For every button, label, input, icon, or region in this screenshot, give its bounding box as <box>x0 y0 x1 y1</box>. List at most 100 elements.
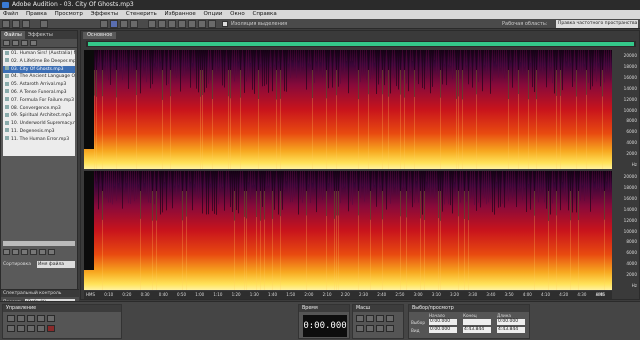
marquee-tool-icon[interactable] <box>158 20 166 28</box>
spectral-view-button[interactable] <box>110 20 118 28</box>
menu-options[interactable]: Опции <box>204 11 223 17</box>
selection-end-field[interactable] <box>463 319 491 325</box>
zoom-out-h-icon[interactable] <box>366 315 374 322</box>
spectrogram-transient <box>228 70 229 169</box>
view-end-field[interactable]: 4:43.844 <box>463 327 491 333</box>
pan-view-button[interactable] <box>120 20 128 28</box>
zoom-selection-icon[interactable] <box>386 315 394 322</box>
show-video-icon[interactable] <box>48 249 55 255</box>
spectrogram-channel-right[interactable] <box>84 171 612 290</box>
play-file-icon[interactable] <box>30 40 37 46</box>
file-list-item[interactable]: 09. Spiritual Architect.mp3 <box>3 112 75 120</box>
show-loops-icon[interactable] <box>39 249 46 255</box>
spectrogram-streak <box>278 50 279 62</box>
spectrogram-streak <box>494 50 495 62</box>
spectrogram-streak <box>218 50 219 67</box>
loop-icon[interactable] <box>47 315 55 322</box>
file-list-item[interactable]: 04. The Ancient Language Of Dr <box>3 73 75 81</box>
menu-view[interactable]: Просмотр <box>55 11 83 17</box>
rewind-start-icon[interactable] <box>7 325 15 332</box>
file-list-item[interactable]: 02. A Lifetime Be Deeper.mp3 <box>3 58 75 66</box>
zoom-in-v-icon[interactable] <box>376 325 384 332</box>
menu-help[interactable]: Справка <box>252 11 276 17</box>
spectrogram-transient <box>400 70 401 169</box>
file-list-item[interactable]: 07. Formula For Failure.mp3 <box>3 97 75 105</box>
tab-main[interactable]: Основное <box>83 32 117 39</box>
overview-range[interactable] <box>88 42 634 46</box>
pitch-view-button[interactable] <box>130 20 138 28</box>
spectrogram-streak <box>392 50 393 75</box>
loop-selection-checkbox[interactable] <box>222 21 228 27</box>
multitrack-view-button[interactable] <box>12 20 20 28</box>
time-select-tool-icon[interactable] <box>148 20 156 28</box>
insert-multitrack-icon[interactable] <box>3 249 10 255</box>
file-list-item[interactable]: 06. A Tense Funeral.mp3 <box>3 89 75 97</box>
spectrogram-intro <box>84 171 94 270</box>
spectrogram-streak <box>308 171 309 185</box>
spectrogram-transient <box>438 191 439 290</box>
spectrogram-channel-left[interactable] <box>84 50 612 169</box>
open-file-icon[interactable] <box>3 40 10 46</box>
file-list-item[interactable]: 03. City Of Ghosts.mp3 <box>3 65 75 74</box>
pause-icon[interactable] <box>27 315 35 322</box>
brush-tool-icon[interactable] <box>178 20 186 28</box>
close-file-icon[interactable] <box>21 40 28 46</box>
menu-effects[interactable]: Эффекты <box>91 11 119 17</box>
zoom-full-icon[interactable] <box>376 315 384 322</box>
import-file-icon[interactable] <box>12 40 19 46</box>
menu-edit[interactable]: Правка <box>26 11 47 17</box>
hand-tool-icon[interactable] <box>198 20 206 28</box>
menu-generate[interactable]: Стенерить <box>126 11 157 17</box>
spectrogram-streak <box>196 171 197 195</box>
zoom-in-h-icon[interactable] <box>356 315 364 322</box>
menu-window[interactable]: Окно <box>230 11 245 17</box>
forward-icon[interactable] <box>27 325 35 332</box>
lasso-tool-icon[interactable] <box>168 20 176 28</box>
full-path-icon[interactable] <box>21 249 28 255</box>
stop-icon[interactable] <box>7 315 15 322</box>
file-list-scrollbar[interactable] <box>3 241 75 246</box>
waveform-view-button[interactable] <box>100 20 108 28</box>
record-icon[interactable] <box>47 325 55 332</box>
edit-view-button[interactable] <box>2 20 10 28</box>
rewind-icon[interactable] <box>17 325 25 332</box>
play-to-end-icon[interactable] <box>37 315 45 322</box>
insert-cd-icon[interactable] <box>12 249 19 255</box>
cd-view-button[interactable] <box>22 20 30 28</box>
spectrogram-streak <box>254 50 255 94</box>
file-list-item[interactable]: 10. Underworld Supremacy.mp3 <box>3 120 75 128</box>
view-start-field[interactable]: 0:00.000 <box>429 327 457 333</box>
workspace-select[interactable]: Правка частотного пространства <box>556 20 638 28</box>
spectrogram-streak <box>506 50 507 72</box>
tab-effects[interactable]: Эффекты <box>25 31 56 39</box>
selection-start-field[interactable]: 0:00.000 <box>429 319 457 325</box>
timeline-ruler[interactable]: HMS 0:10 0:20 0:30 0:40 0:50 1:00 1:10 1:20 1:30 1… <box>84 291 612 299</box>
overview-bar[interactable] <box>86 41 636 47</box>
forward-end-icon[interactable] <box>37 325 45 332</box>
sort-select[interactable]: Имя файла <box>37 261 75 268</box>
view-length-field[interactable]: 4:43.844 <box>497 327 525 333</box>
spectrogram-streak <box>176 171 177 197</box>
menu-favorites[interactable]: Избранное <box>165 11 196 17</box>
timeline-tick-label: 0:50 <box>177 292 186 297</box>
tab-files[interactable]: Файлы <box>1 31 25 39</box>
import-button[interactable] <box>40 20 48 28</box>
show-waves-icon[interactable] <box>30 249 37 255</box>
menu-file[interactable]: Файл <box>3 11 18 17</box>
spectrogram-streak <box>174 50 175 76</box>
spectrogram-transient <box>312 70 313 169</box>
file-list-item[interactable]: 05. Astaroth Arrival.mp3 <box>3 81 75 89</box>
selection-length-field[interactable]: 0:00.000 <box>497 319 525 325</box>
file-list-item[interactable]: 11. Degenesis.mp3 <box>3 128 75 136</box>
zoom-tool-icon[interactable] <box>208 20 216 28</box>
file-list-item[interactable]: 08. Convergence.mp3 <box>3 105 75 113</box>
zoom-left-icon[interactable] <box>356 325 364 332</box>
zoom-right-icon[interactable] <box>366 325 374 332</box>
zoom-out-v-icon[interactable] <box>386 325 394 332</box>
file-list-item[interactable]: 01. Human Sirs! (Australia) Memor <box>3 50 75 58</box>
file-list-item[interactable]: 11. The Human Error.mp3 <box>3 136 75 144</box>
play-icon[interactable] <box>17 315 25 322</box>
timeline-tick-label: 4:20 <box>559 292 569 297</box>
heal-tool-icon[interactable] <box>188 20 196 28</box>
spectrogram-transient <box>560 70 561 169</box>
